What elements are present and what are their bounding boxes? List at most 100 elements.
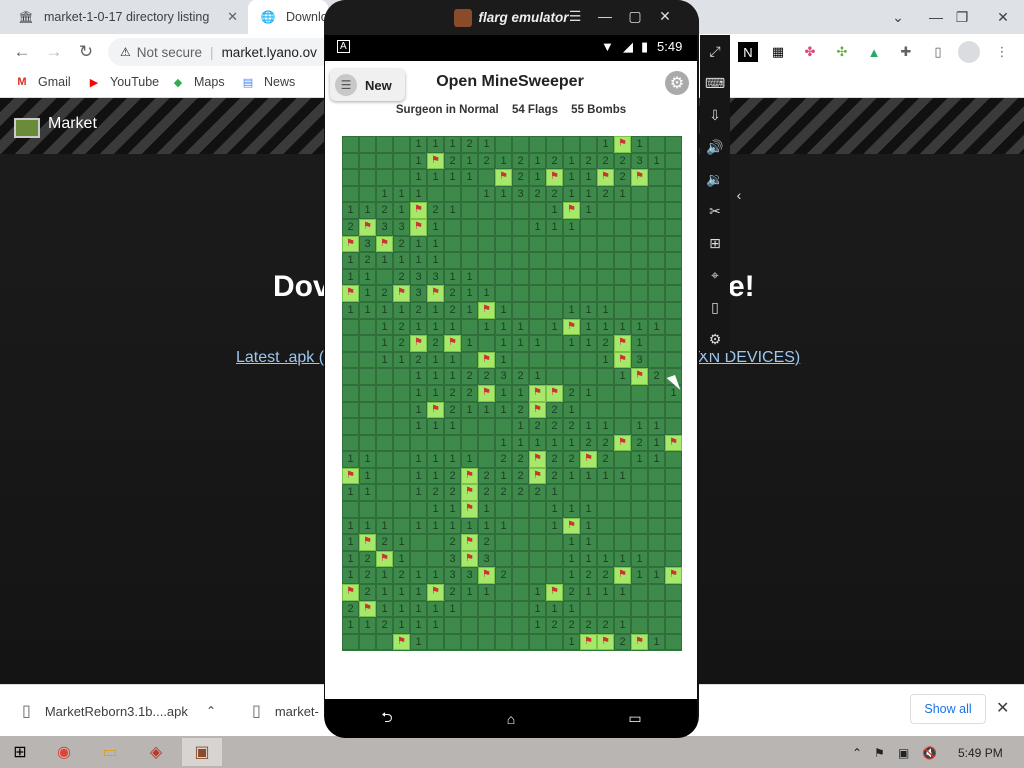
board-cell[interactable] [461,202,478,219]
board-cell[interactable]: 2 [444,384,461,402]
board-cell[interactable]: 1 [410,567,427,585]
board-cell[interactable] [648,401,665,419]
board-cell[interactable] [342,384,359,402]
board-cell[interactable]: 2 [512,484,529,502]
avatar[interactable] [958,41,980,63]
board-cell[interactable]: 1 [631,136,648,153]
board-cell[interactable] [512,550,529,568]
board-cell[interactable]: 1 [546,501,563,518]
board-cell[interactable]: 3 [393,218,410,236]
board-cell[interactable]: 2 [359,567,376,585]
board-cell[interactable] [665,501,682,518]
board-cell[interactable]: 1 [376,351,393,369]
board-cell[interactable]: 1 [529,617,546,634]
board-cell[interactable]: 1 [648,633,665,651]
maximize-icon[interactable]: ▢ [620,8,650,25]
board-cell[interactable] [461,252,478,269]
board-cell[interactable] [342,351,359,369]
board-cell[interactable]: 3 [359,235,376,253]
board-cell[interactable]: 1 [580,584,597,601]
board-cell[interactable]: 1 [376,185,393,203]
board-cell[interactable] [648,169,665,186]
board-cell[interactable] [563,235,580,253]
download-item[interactable]: ▯ MarketReborn3.1b....apk ⌃ [22,685,234,737]
board-cell[interactable] [427,185,444,203]
board-cell[interactable] [495,534,512,551]
board-cell[interactable]: 2 [546,617,563,634]
board-cell[interactable] [478,451,495,468]
board-cell[interactable]: 1 [563,218,580,236]
board-cell[interactable] [529,351,546,369]
flag-cell[interactable]: ⚑ [478,351,495,369]
flag-cell[interactable]: ⚑ [393,285,410,302]
board-cell[interactable]: 2 [648,368,665,385]
bookmark-youtube[interactable]: ▶ YouTube [86,75,159,89]
board-cell[interactable] [665,401,682,419]
board-cell[interactable] [495,633,512,651]
board-cell[interactable] [512,268,529,286]
board-cell[interactable] [580,401,597,419]
board-cell[interactable] [427,633,444,651]
flag-cell[interactable]: ⚑ [461,501,478,518]
board-cell[interactable] [614,418,631,435]
scissors-icon[interactable]: ✂ [706,202,724,220]
windows-start-icon[interactable]: ⊞ [0,738,40,766]
board-cell[interactable]: 1 [393,534,410,551]
flag-cell[interactable]: ⚑ [631,169,648,186]
board-cell[interactable]: 1 [597,301,614,319]
board-cell[interactable]: 1 [563,152,580,170]
board-cell[interactable]: 2 [444,484,461,502]
board-cell[interactable]: 2 [546,401,563,419]
board-cell[interactable] [376,418,393,435]
board-cell[interactable] [512,235,529,253]
board-cell[interactable]: 2 [461,384,478,402]
board-cell[interactable] [393,152,410,170]
board-cell[interactable] [580,285,597,302]
board-cell[interactable]: 2 [512,451,529,468]
flag-cell[interactable]: ⚑ [597,169,614,186]
board-cell[interactable]: 3 [631,351,648,369]
board-cell[interactable] [597,202,614,219]
board-cell[interactable] [376,136,393,153]
board-cell[interactable]: 1 [444,368,461,385]
board-cell[interactable] [461,318,478,336]
board-cell[interactable]: 1 [648,318,665,336]
tray-chevron-icon[interactable]: ⌃ [852,746,862,760]
board-cell[interactable]: 1 [648,434,665,452]
board-cell[interactable]: 1 [614,318,631,336]
board-cell[interactable]: 1 [376,600,393,618]
board-cell[interactable]: 1 [580,501,597,518]
board-cell[interactable]: 2 [546,418,563,435]
board-cell[interactable] [665,351,682,369]
board-cell[interactable] [631,285,648,302]
board-cell[interactable] [614,534,631,551]
board-cell[interactable]: 2 [478,534,495,551]
board-cell[interactable] [478,235,495,253]
board-cell[interactable]: 1 [546,517,563,535]
board-cell[interactable]: 1 [580,418,597,435]
recents-nav-icon[interactable]: ▭ [623,710,647,726]
board-cell[interactable]: 1 [427,567,444,585]
board-cell[interactable] [546,252,563,269]
board-cell[interactable] [563,368,580,385]
board-cell[interactable] [342,501,359,518]
board-cell[interactable]: 1 [580,202,597,219]
board-cell[interactable] [393,451,410,468]
board-cell[interactable] [597,534,614,551]
board-cell[interactable]: 2 [546,451,563,468]
close-downloads-icon[interactable]: ✕ [996,698,1009,718]
board-cell[interactable] [478,218,495,236]
board-cell[interactable]: 1 [631,318,648,336]
volume-up-icon[interactable]: 🔊 [706,138,724,156]
board-cell[interactable] [529,202,546,219]
board-cell[interactable]: 2 [563,617,580,634]
chevron-up-icon[interactable]: ⌃ [206,704,216,718]
flag-cell[interactable]: ⚑ [529,401,546,419]
board-cell[interactable]: 1 [563,185,580,203]
board-cell[interactable] [359,185,376,203]
board-cell[interactable] [546,633,563,651]
board-cell[interactable]: 1 [410,152,427,170]
board-cell[interactable] [359,633,376,651]
board-cell[interactable] [631,600,648,618]
board-cell[interactable]: 2 [580,567,597,585]
